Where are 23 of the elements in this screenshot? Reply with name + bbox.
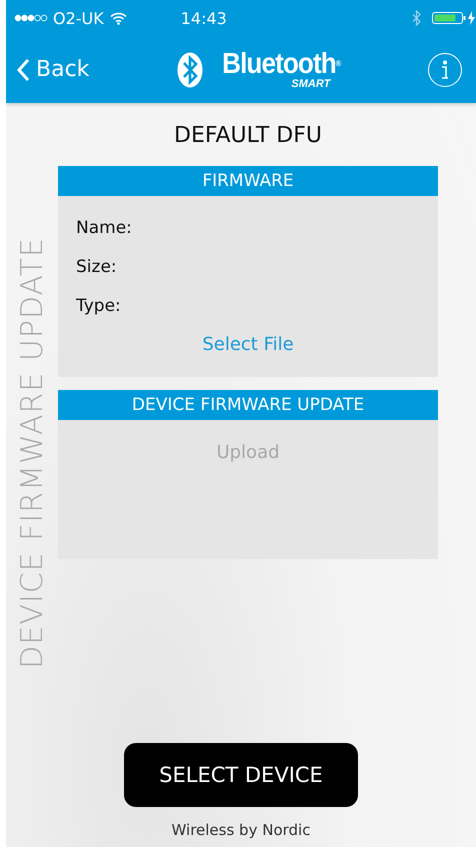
logo-wordmark: Bluetooth$^{®}$ bbox=[222, 49, 340, 79]
side-title: DEVICE FIRMWARE UPDATE bbox=[14, 237, 50, 669]
page-title: DEFAULT DFU bbox=[173, 123, 323, 148]
select-file-link[interactable]: Select File bbox=[202, 334, 294, 355]
footer-text: Wireless by Nordic bbox=[172, 821, 310, 839]
back-button[interactable]: Back bbox=[16, 57, 90, 82]
bluetooth-logo-icon bbox=[177, 52, 204, 88]
signal-icon bbox=[14, 14, 48, 22]
clock-time: 14:43 bbox=[180, 8, 227, 28]
logo-subtitle: SMART bbox=[291, 79, 330, 90]
panel-header: FIRMWARE bbox=[58, 166, 438, 196]
field-label: Type: bbox=[76, 296, 122, 316]
info-icon bbox=[440, 60, 449, 80]
field-label: Size: bbox=[76, 257, 118, 277]
carrier-name: O2-UK bbox=[53, 8, 104, 28]
select-device-button[interactable]: SELECT DEVICE bbox=[124, 743, 358, 807]
info-button[interactable] bbox=[428, 52, 462, 86]
panel-header: DEVICE FIRMWARE UPDATE bbox=[58, 390, 438, 420]
chevron-left-icon bbox=[16, 58, 30, 82]
bluetooth-icon bbox=[412, 10, 422, 26]
field-label: Name: bbox=[76, 218, 133, 238]
battery-charging-icon bbox=[432, 11, 476, 25]
wifi-icon bbox=[110, 12, 127, 24]
